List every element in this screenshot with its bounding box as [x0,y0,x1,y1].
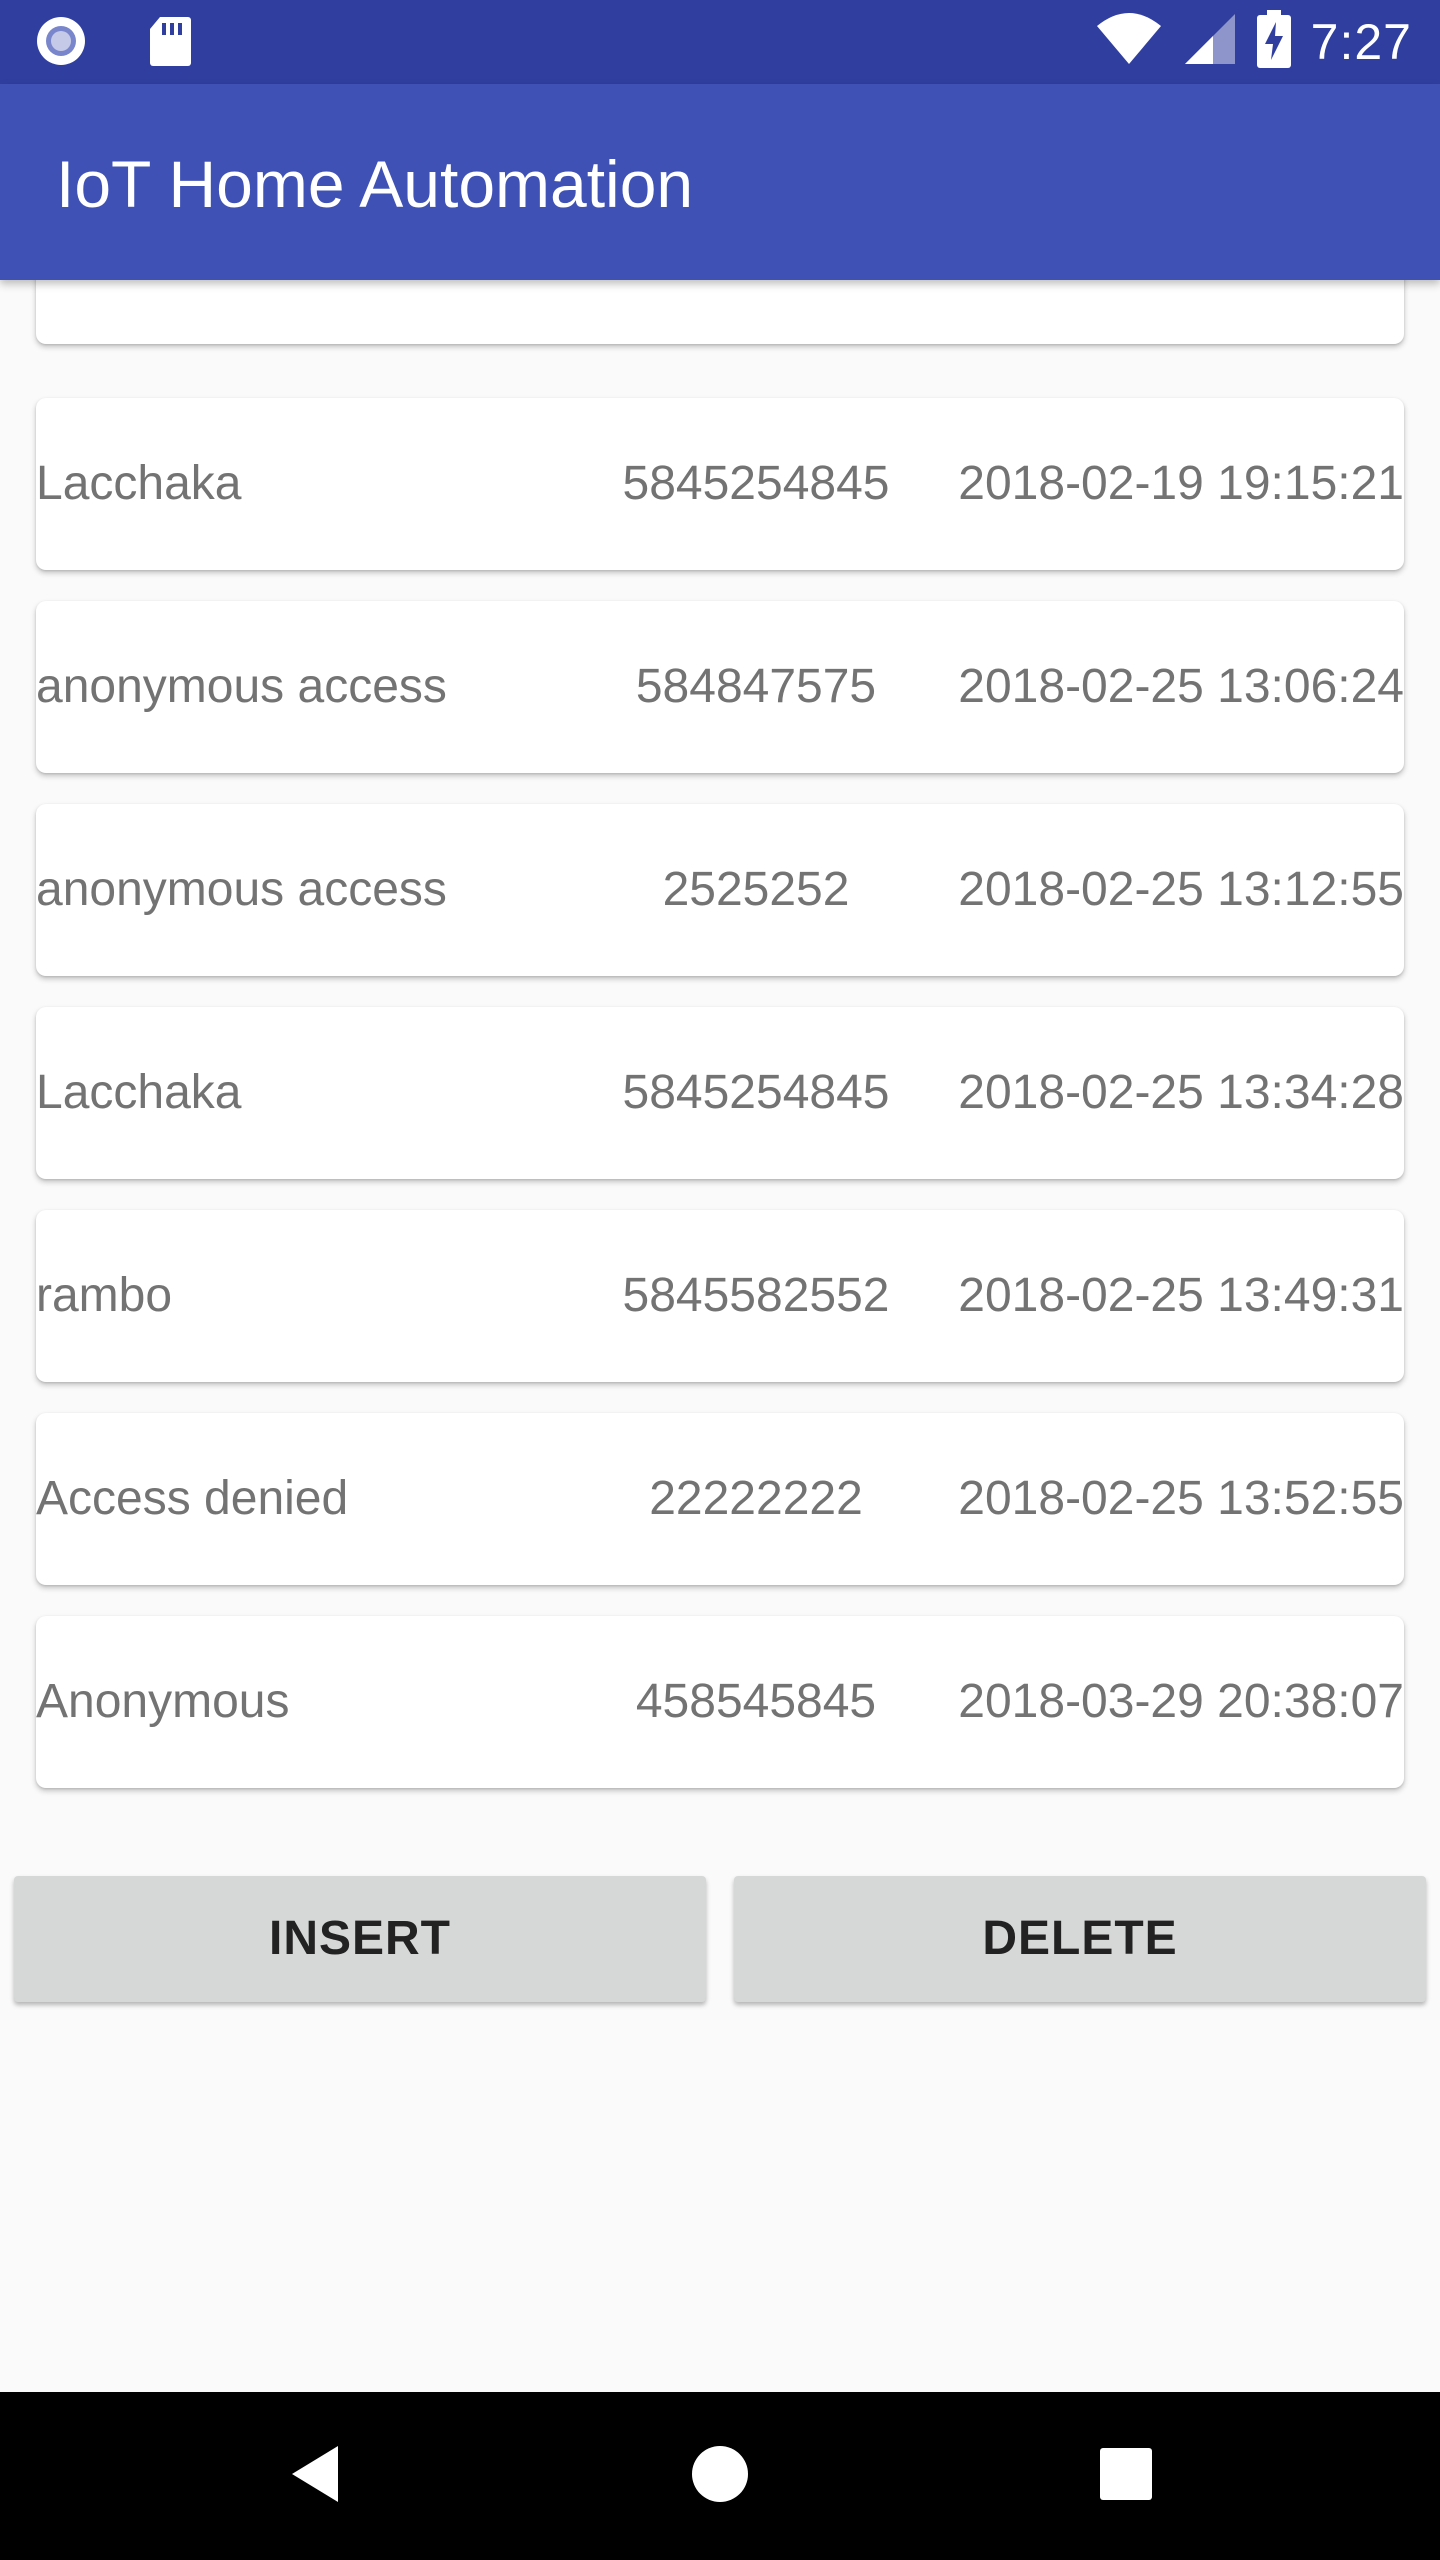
record-timestamp: 2018-02-25 13:52:55 [958,1472,1404,1525]
insert-button[interactable]: INSERT [14,1876,706,2002]
record-name: Lacchaka [36,457,242,510]
battery-charging-icon [1256,10,1291,73]
record-name: Lacchaka [36,1066,242,1119]
record-card[interactable] [36,280,1404,344]
record-timestamp: 2018-03-29 20:38:07 [958,1675,1404,1728]
record-name: Access denied [36,1472,349,1525]
record-card[interactable]: Anonymous 458545845 2018-03-29 20:38:07 [36,1616,1404,1788]
record-code: 5845582552 [622,1269,890,1322]
app-title: IoT Home Automation [56,147,694,221]
record-code: 5845254845 [622,1066,890,1119]
wifi-icon [1095,12,1163,71]
navigation-bar [0,2392,1440,2560]
records-list[interactable]: Lacchaka 5845254845 2018-02-19 19:15:21 … [0,280,1440,1800]
record-timestamp: 2018-02-25 13:12:55 [958,863,1404,916]
delete-button[interactable]: DELETE [734,1876,1426,2002]
back-icon [286,2442,346,2511]
record-timestamp: 2018-02-25 13:34:28 [958,1066,1404,1119]
app-bar: IoT Home Automation [0,84,1440,280]
record-code: 2525252 [662,863,850,916]
record-code: 584847575 [635,660,877,713]
record-card[interactable]: anonymous access 584847575 2018-02-25 13… [36,601,1404,773]
record-card[interactable]: anonymous access 2525252 2018-02-25 13:1… [36,804,1404,976]
record-code [520,280,992,344]
record-card[interactable]: Lacchaka 5845254845 2018-02-25 13:34:28 [36,1007,1404,1179]
cell-signal-icon [1183,12,1237,71]
home-button[interactable] [650,2392,790,2560]
back-button[interactable] [246,2392,386,2560]
recents-button[interactable] [1056,2392,1196,2560]
record-card[interactable]: rambo 5845582552 2018-02-25 13:49:31 [36,1210,1404,1382]
record-card[interactable]: Access denied 22222222 2018-02-25 13:52:… [36,1413,1404,1585]
record-code: 22222222 [649,1472,863,1525]
record-card[interactable]: Lacchaka 5845254845 2018-02-19 19:15:21 [36,398,1404,570]
record-name: anonymous access [36,660,447,713]
sd-card-icon [148,15,192,72]
record-name: anonymous access [36,863,447,916]
recents-icon [1098,2446,1154,2507]
record-name: rambo [36,1269,173,1322]
clock: 7:27 [1310,13,1412,70]
record-timestamp: 2018-02-25 13:06:24 [958,660,1404,713]
notification-circle-icon [34,14,88,73]
record-code: 458545845 [635,1675,877,1728]
record-name: Anonymous [36,1675,290,1728]
status-bar: 7:27 [0,0,1440,84]
home-icon [690,2444,750,2509]
record-timestamp: 2018-02-19 19:15:21 [958,457,1404,510]
record-timestamp: 2018-02-25 13:49:31 [958,1269,1404,1322]
record-code: 5845254845 [622,457,890,510]
